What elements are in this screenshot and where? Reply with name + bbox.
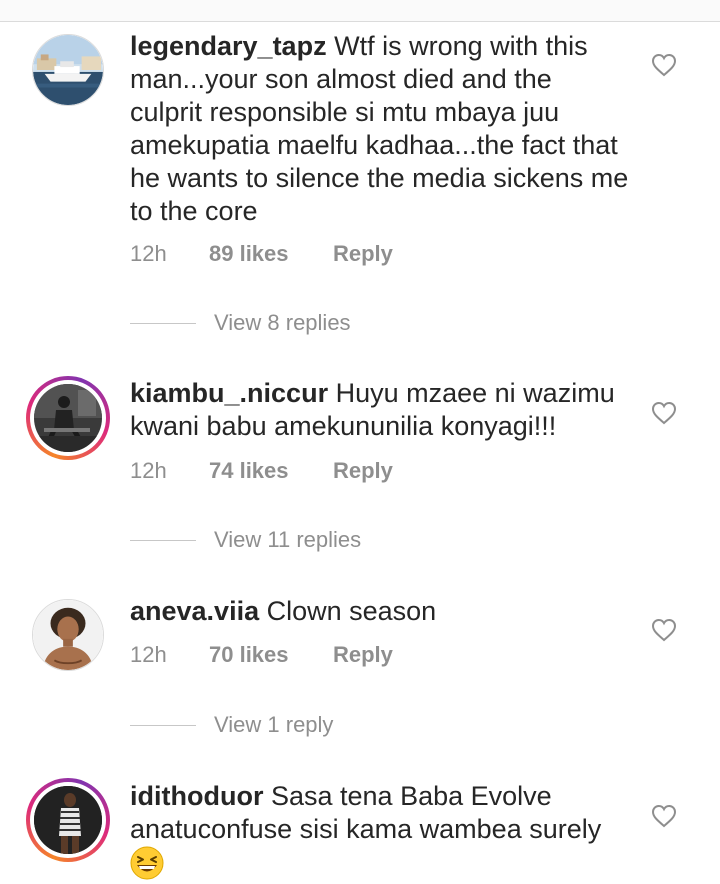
comment-time: 12h	[130, 642, 167, 667]
top-bar	[0, 0, 720, 22]
woman-portrait-photo-icon	[33, 600, 103, 670]
view-replies-label: View 8 replies	[214, 310, 351, 335]
comment-username[interactable]: kiambu_.niccur	[130, 378, 328, 408]
comment-text: idithoduor Sasa tena Baba Evolve anatuco…	[130, 780, 630, 846]
comment-username[interactable]: legendary_tapz	[130, 31, 327, 61]
comment-text: legendary_tapz Wtf is wrong with this ma…	[130, 30, 630, 228]
divider-line	[130, 322, 196, 324]
yacht-photo-icon	[33, 35, 103, 105]
avatar[interactable]	[32, 34, 104, 106]
comment-likes[interactable]: 74 likes	[209, 458, 333, 484]
comment-meta: 12h 74 likes Reply	[130, 458, 393, 484]
heart-icon[interactable]	[651, 53, 677, 77]
comment-time: 12h	[130, 458, 167, 483]
comment-username[interactable]: aneva.viia	[130, 596, 259, 626]
avatar-story-ring[interactable]	[26, 778, 110, 862]
comment-body: Clown season	[266, 596, 437, 626]
heart-icon[interactable]	[651, 618, 677, 642]
view-replies-button[interactable]: View 1 reply	[130, 712, 333, 738]
reply-button[interactable]: Reply	[333, 241, 393, 267]
heart-icon[interactable]	[651, 804, 677, 828]
view-replies-label: View 1 reply	[214, 712, 334, 737]
grinning-squinting-face-icon	[130, 846, 164, 880]
avatar[interactable]	[32, 599, 104, 671]
comment-text: aneva.viia Clown season	[130, 595, 630, 628]
comment-time: 12h	[130, 241, 167, 266]
view-replies-label: View 11 replies	[214, 527, 362, 552]
comment-likes[interactable]: 89 likes	[209, 241, 333, 267]
view-replies-button[interactable]: View 8 replies	[130, 310, 351, 336]
person-standing-photo-icon	[34, 786, 102, 854]
view-replies-button[interactable]: View 11 replies	[130, 527, 361, 553]
comment-text: kiambu_.niccur Huyu mzaee ni wazimu kwan…	[130, 377, 630, 443]
person-sitting-photo-icon	[34, 384, 102, 452]
divider-line	[130, 539, 196, 541]
heart-icon[interactable]	[651, 401, 677, 425]
reply-button[interactable]: Reply	[333, 642, 393, 668]
avatar-story-ring[interactable]	[26, 376, 110, 460]
comment-meta: 12h 89 likes Reply	[130, 241, 393, 267]
comment-likes[interactable]: 70 likes	[209, 642, 333, 668]
comment-username[interactable]: idithoduor	[130, 781, 263, 811]
comment-meta: 12h 70 likes Reply	[130, 642, 393, 668]
divider-line	[130, 724, 196, 726]
reply-button[interactable]: Reply	[333, 458, 393, 484]
